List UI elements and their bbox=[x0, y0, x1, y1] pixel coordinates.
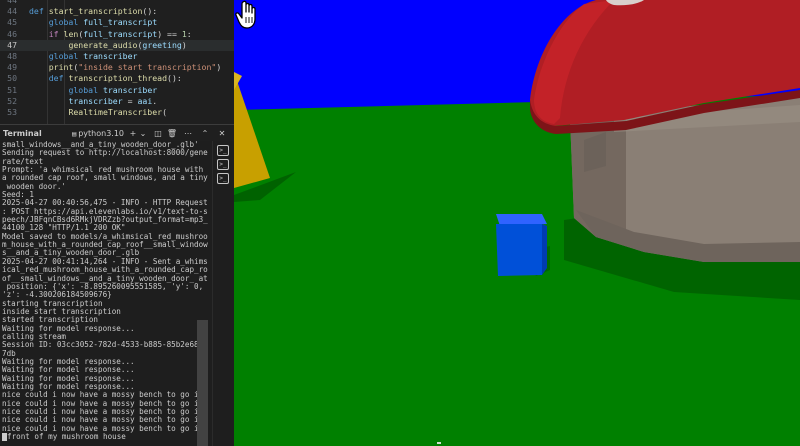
line-number: 47 bbox=[7, 39, 17, 50]
close-icon[interactable]: ✕ bbox=[216, 127, 228, 140]
ide-panel: 44 44 def start_transcription(): 45 global … bbox=[0, 0, 234, 446]
terminal-tab-icon[interactable]: >_ bbox=[217, 159, 229, 170]
code-text: print("inside start transcription") bbox=[48, 62, 222, 73]
code-line[interactable]: 47 generate_audio(greeting) bbox=[0, 39, 234, 51]
code-text: RealtimeTranscriber( bbox=[68, 107, 168, 117]
terminal-tabs-sidebar: >_ >_ >_ bbox=[212, 141, 234, 446]
code-line[interactable]: 48 global transcriber bbox=[0, 51, 234, 62]
line-number: 46 bbox=[7, 28, 17, 39]
split-icon[interactable]: ◫ bbox=[152, 127, 164, 140]
code-line[interactable]: 53 RealtimeTranscriber( bbox=[0, 107, 234, 118]
code-text: transcriber = aai. bbox=[68, 95, 158, 106]
code-text: global transcriber bbox=[48, 51, 138, 61]
line-number: 52 bbox=[7, 95, 17, 106]
line-number: 45 bbox=[7, 17, 17, 28]
code-line[interactable]: 44 def start_transcription(): bbox=[0, 6, 234, 17]
code-line[interactable]: 52 transcriber = aai. bbox=[0, 96, 234, 107]
chevron-down-icon[interactable]: ⌄ bbox=[137, 127, 149, 140]
code-line[interactable]: 49 print("inside start transcription") bbox=[0, 62, 234, 73]
code-editor[interactable]: 44 44 def start_transcription(): 45 global … bbox=[0, 0, 234, 124]
code-text: global full_transcript bbox=[48, 17, 158, 28]
line-number: 44 bbox=[7, 6, 17, 17]
line-number: 49 bbox=[7, 62, 17, 73]
more-icon[interactable]: ⋯ bbox=[182, 127, 194, 140]
code-text: if len(full_transcript) == 1: bbox=[48, 28, 192, 39]
terminal-title[interactable]: Terminal bbox=[3, 127, 42, 140]
code-text: def transcription_thread(): bbox=[48, 73, 182, 84]
terminal-output[interactable]: small_windows__and_a_tiny_wooden_door_.g… bbox=[0, 141, 212, 446]
line-number: 48 bbox=[7, 51, 17, 61]
line-number: 51 bbox=[7, 84, 17, 95]
terminal-header: Terminal ▤ python3.10 + ⌄ ◫ 🗑 ⋯ ⌃ ✕ bbox=[0, 124, 234, 141]
code-line[interactable]: 46 if len(full_transcript) == 1: bbox=[0, 29, 234, 40]
scene-viewport[interactable] bbox=[234, 0, 800, 446]
terminal-scrollbar[interactable] bbox=[197, 320, 208, 446]
terminal-icon: ▤ bbox=[72, 130, 77, 138]
code-text: global transcriber bbox=[68, 84, 158, 95]
hand-pointer-icon bbox=[235, 0, 256, 29]
code-line[interactable]: 51 global transcriber bbox=[0, 85, 234, 96]
scene-canvas bbox=[234, 0, 800, 446]
code-text: def start_transcription(): bbox=[29, 6, 158, 17]
shell-label: python3.10 bbox=[78, 129, 125, 138]
terminal-tab-icon[interactable]: >_ bbox=[217, 173, 229, 184]
terminal-last-line: front of my mushroom house bbox=[0, 432, 212, 442]
code-line[interactable]: 45 global full_transcript bbox=[0, 17, 234, 28]
code-text: generate_audio(greeting) bbox=[68, 39, 187, 50]
line-number: 50 bbox=[7, 73, 17, 84]
terminal-shell-selector[interactable]: ▤ python3.10 bbox=[72, 127, 124, 141]
chevron-up-icon[interactable]: ⌃ bbox=[199, 127, 211, 140]
blue-cube bbox=[496, 224, 542, 276]
terminal-line: Session ID: 03cc3052-782d-4533-b885-85b2… bbox=[2, 340, 208, 350]
code-line[interactable]: 50 def transcription_thread(): bbox=[0, 73, 234, 84]
trash-icon[interactable]: 🗑 bbox=[166, 127, 178, 140]
line-number: 53 bbox=[7, 107, 17, 117]
terminal-tab-icon[interactable]: >_ bbox=[217, 145, 229, 156]
